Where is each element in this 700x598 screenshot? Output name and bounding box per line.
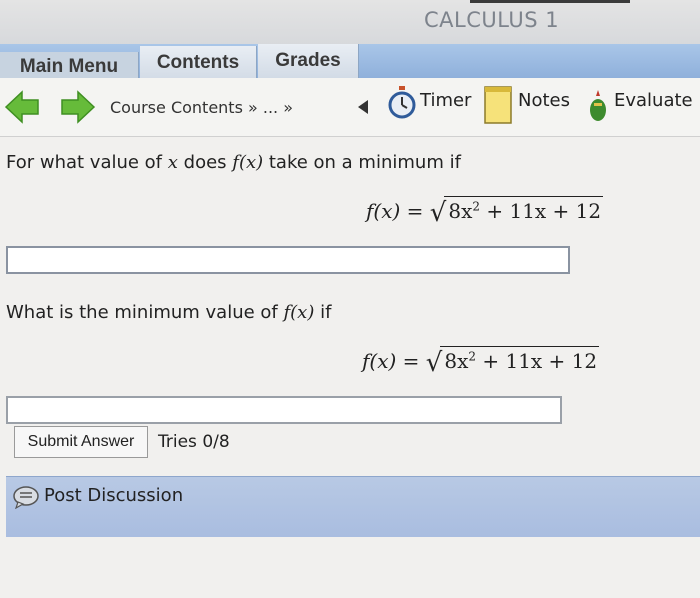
eq1-lhs: f(x) = <box>366 199 424 223</box>
q2-post: if <box>320 302 332 323</box>
question-1-text: For what value of x does f(x) take on a … <box>6 152 461 173</box>
notes-label: Notes <box>518 90 570 111</box>
eq2-lhs: f(x) = <box>362 349 420 373</box>
question-2-equation: f(x) = √ 8x2 + 11x + 12 <box>362 346 600 378</box>
submit-answer-button[interactable]: Submit Answer <box>14 426 148 458</box>
breadcrumb[interactable]: Course Contents » ... » <box>110 98 293 117</box>
q2-func: f(x) <box>283 302 315 323</box>
q1-var: x <box>167 152 178 173</box>
timer-label: Timer <box>420 90 472 111</box>
tab-grades[interactable]: Grades <box>258 44 359 78</box>
evaluate-icon <box>590 90 606 121</box>
q1-mid: does <box>183 152 227 173</box>
window-header: CALCULUS 1 <box>0 0 700 44</box>
eq2-exponent: 2 <box>468 349 476 364</box>
eq2-radicand: 8x2 + 11x + 12 <box>440 346 600 373</box>
forward-arrow-icon[interactable] <box>60 90 96 124</box>
evaluate-button[interactable]: Evaluate <box>586 84 700 126</box>
post-discussion-bar[interactable]: Post Discussion <box>6 476 700 537</box>
question-2-text: What is the minimum value of f(x) if <box>6 302 331 323</box>
q2-pre: What is the minimum value of <box>6 302 278 323</box>
discussion-bubble-icon <box>13 486 39 509</box>
back-arrow-icon[interactable] <box>4 90 40 124</box>
eq1-term-b: + 11x + 12 <box>486 199 602 223</box>
answer-input-1[interactable] <box>6 246 570 274</box>
q1-func: f(x) <box>232 152 264 173</box>
timer-icon <box>388 86 416 119</box>
post-discussion-label: Post Discussion <box>44 485 184 506</box>
q1-pre: For what value of <box>6 152 163 173</box>
tab-contents[interactable]: Contents <box>140 46 257 80</box>
timer-button[interactable]: Timer <box>386 84 478 126</box>
app-title: CALCULUS 1 <box>424 8 560 32</box>
header-accent-line <box>470 0 630 3</box>
notes-icon <box>484 86 512 124</box>
tries-counter: Tries 0/8 <box>158 432 230 452</box>
eq1-exponent: 2 <box>472 199 480 214</box>
evaluate-label: Evaluate <box>614 90 693 111</box>
eq1-radicand: 8x2 + 11x + 12 <box>444 196 604 223</box>
q1-post: take on a minimum if <box>268 152 461 173</box>
question-1-equation: f(x) = √ 8x2 + 11x + 12 <box>366 196 604 228</box>
main-nav: Main Menu Contents Grades <box>0 44 700 82</box>
answer-input-2[interactable] <box>6 396 562 424</box>
notes-button[interactable]: Notes <box>482 84 580 126</box>
eq2-term-b: + 11x + 12 <box>482 349 598 373</box>
collapse-triangle-icon[interactable] <box>358 100 368 114</box>
toolbar: Course Contents » ... » Timer Notes Eval… <box>0 78 700 137</box>
eq1-term-a: 8x <box>448 199 473 223</box>
eq2-term-a: 8x <box>444 349 469 373</box>
